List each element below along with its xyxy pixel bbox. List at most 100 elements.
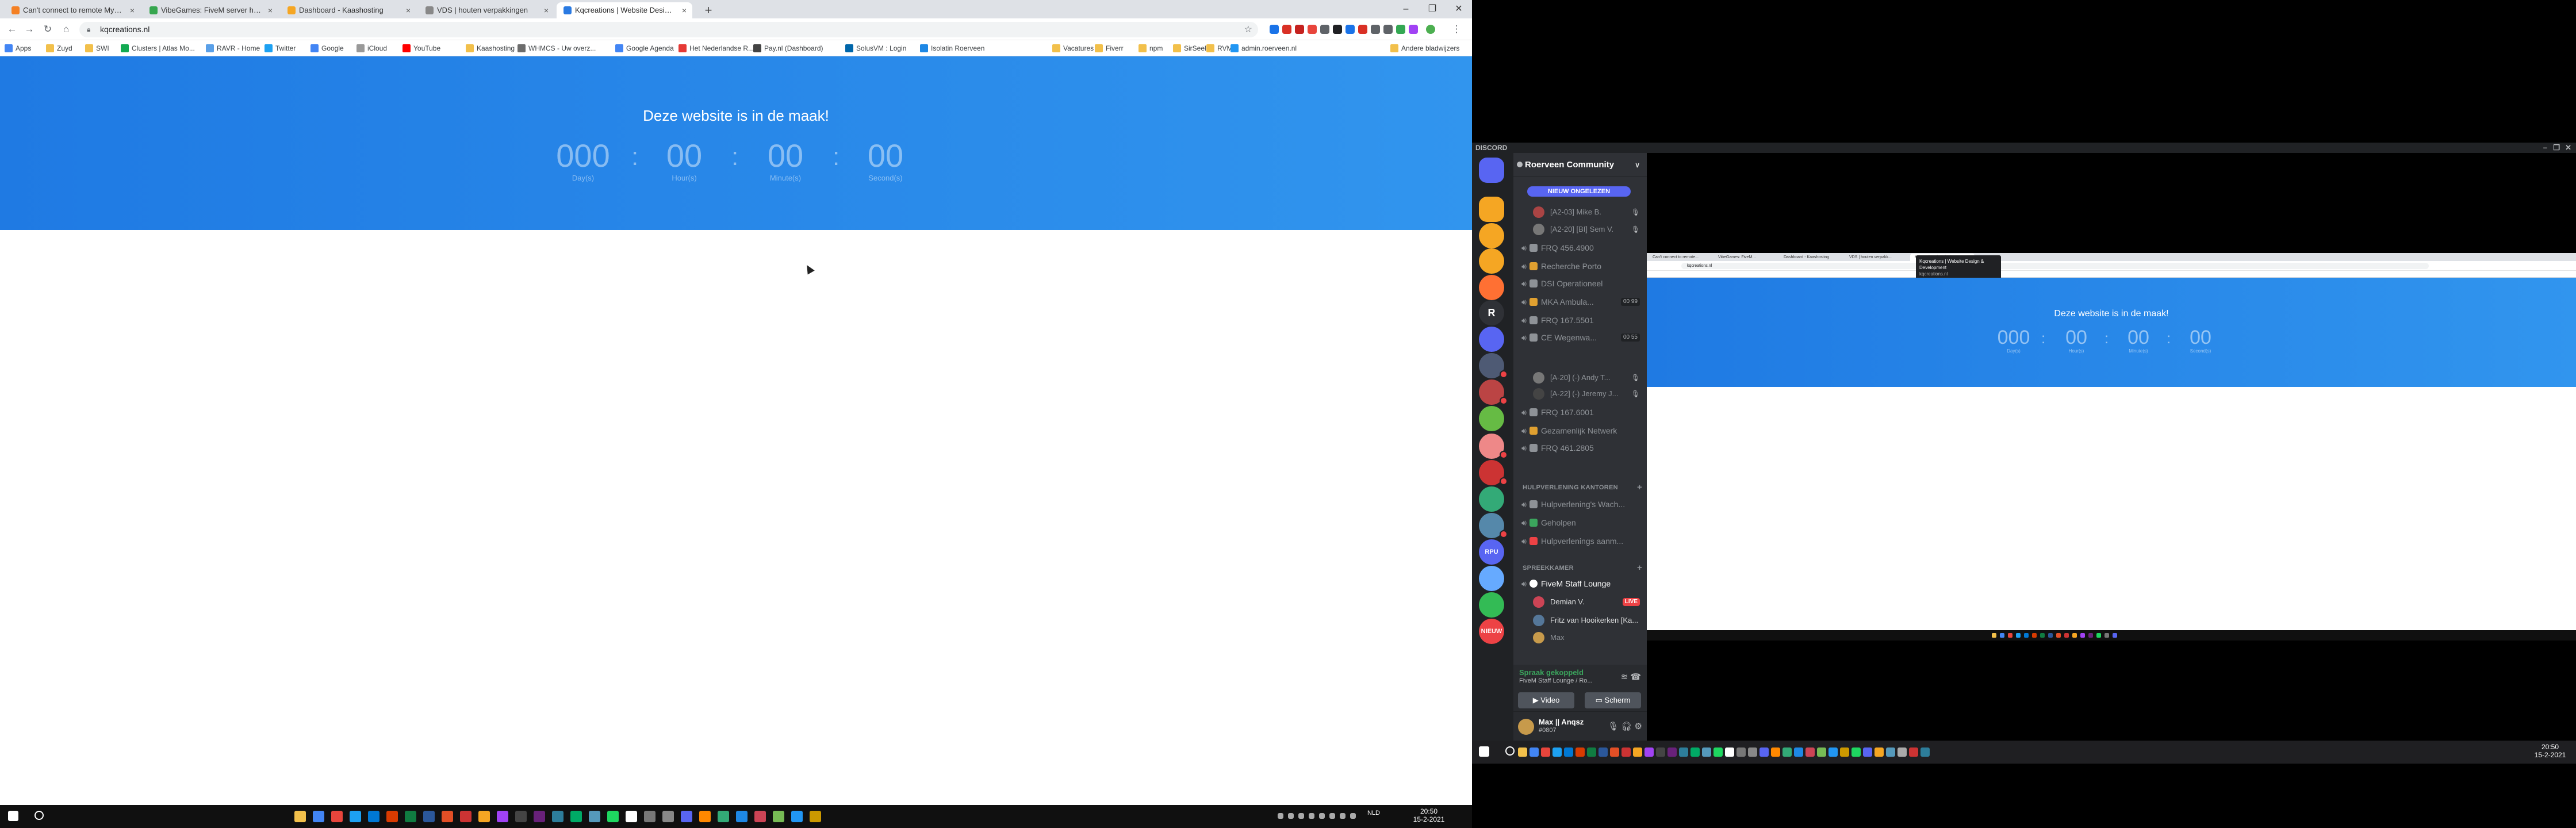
bookmark-item[interactable]: WHMCS - Uw overz... [518,44,596,53]
server-icon[interactable]: R [1479,300,1504,325]
taskbar-app-icon[interactable] [681,811,692,822]
taskbar-app-icon[interactable] [1828,747,1838,757]
taskbar-app-icon[interactable] [1897,747,1907,757]
taskbar-app-icon[interactable] [718,811,729,822]
server-icon[interactable] [1479,566,1504,591]
menu-kebab-icon[interactable]: ⋮ [1450,23,1463,36]
browser-tab[interactable]: Dashboard - Kaashosting × [281,2,416,18]
system-tray-icon[interactable] [1319,813,1325,819]
taskbar-app-icon[interactable] [1874,747,1884,757]
bookmark-item[interactable]: Fiverr [1095,44,1124,53]
taskbar-app-icon[interactable] [1587,747,1596,757]
taskbar-app-icon[interactable] [497,811,508,822]
microphone-icon[interactable]: 🎙︎ [1608,722,1619,731]
folder-icon[interactable] [1479,197,1504,222]
extension-icon[interactable] [1358,25,1367,34]
voice-channel-path[interactable]: FiveM Staff Lounge / Ro... [1519,677,1593,684]
taskbar-app-icon[interactable] [1541,747,1550,757]
voice-user[interactable]: Max [1533,630,1642,645]
server-icon[interactable]: RPU [1479,539,1504,565]
bookmark-star-icon[interactable]: ☆ [1244,22,1252,37]
server-icon[interactable] [1479,248,1504,274]
voice-user[interactable]: [A2-03] Mike B. 🎙︎ [1533,205,1642,220]
taskbar-app-icon[interactable] [699,811,711,822]
home-icon[interactable]: ⌂ [60,23,72,36]
voice-user[interactable]: [A-22] (-) Jeremy J... 🎙︎ [1533,386,1642,401]
video-button[interactable]: ▶ Video [1518,692,1574,708]
taskbar-app-icon[interactable] [662,811,674,822]
voice-channel[interactable]: 🔊︎ Gezamenlijk Netwerk [1518,422,1642,439]
taskbar-app-icon[interactable] [350,811,361,822]
taskbar-app-icon[interactable] [1621,747,1631,757]
taskbar-app-icon[interactable] [405,811,416,822]
voice-user[interactable]: Fritz van Hooikerken [Ka... [1533,613,1642,628]
bookmark-item[interactable]: Google [310,44,344,53]
taskbar-clock[interactable]: 20:50 15-2-2021 [1409,807,1449,823]
noise-suppression-icon[interactable]: ≋ [1621,672,1628,682]
bookmark-item[interactable]: SirSeeld [1173,44,1210,53]
close-tab-icon[interactable]: × [544,2,549,18]
taskbar-app-icon[interactable] [1610,747,1619,757]
voice-user[interactable]: [A-20] (-) Andy T... 🎙︎ [1533,370,1642,385]
minimize-icon[interactable]: – [1393,0,1419,18]
screen-share-stream[interactable]: Can't connect to remote... VibeGames: Fi… [1647,253,2576,641]
minimize-icon[interactable]: – [2543,143,2547,153]
maximize-icon[interactable]: ❐ [2553,143,2560,153]
taskbar-app-icon[interactable] [589,811,600,822]
taskbar-app-icon[interactable] [1840,747,1849,757]
close-tab-icon[interactable]: × [406,2,411,18]
voice-channel-active[interactable]: 🔊︎ FiveM Staff Lounge [1518,575,1642,592]
bookmark-item[interactable]: iCloud [356,44,387,53]
voice-channel[interactable]: 🔊︎ DSI Operationeel [1518,275,1642,292]
bookmark-item[interactable]: admin.roerveen.nl [1230,44,1297,53]
voice-channel[interactable]: 🔊︎ MKA Ambula... 00 99 [1518,293,1642,310]
browser-tab[interactable]: Can't connect to remote MySQL... × [5,2,140,18]
bookmark-item[interactable]: SWI [85,44,109,53]
taskbar-clock[interactable]: 20:50 15-2-2021 [2530,743,2570,759]
taskbar-app-icon[interactable] [1518,747,1527,757]
voice-user[interactable]: [A2-20] [BI] Sem V. 🎙︎ [1533,222,1642,237]
taskbar-app-icon[interactable] [515,811,527,822]
add-channel-icon[interactable]: + [1637,482,1642,493]
close-window-icon[interactable]: ✕ [2565,143,2571,153]
system-tray-icon[interactable] [1288,813,1294,819]
server-icon[interactable] [1479,592,1504,618]
bookmark-item[interactable]: Kaashosting [466,44,515,53]
taskbar-app-icon[interactable] [294,811,306,822]
new-tab-button[interactable]: + [702,3,715,18]
maximize-icon[interactable]: ❐ [1419,0,1446,18]
bookmark-item[interactable]: RAVR - Home [206,44,260,53]
bookmark-item[interactable]: Pay.nl (Dashboard) [753,44,823,53]
system-tray-icon[interactable] [1340,813,1346,819]
taskbar-app-icon[interactable] [1552,747,1562,757]
taskbar-app-icon[interactable] [1736,747,1746,757]
bookmark-item[interactable]: Clusters | Atlas Mo... [121,44,195,53]
taskbar-app-icon[interactable] [736,811,747,822]
bookmark-item[interactable]: SolusVM : Login [845,44,906,53]
voice-channel[interactable]: 🔊︎ FRQ 167.6001 [1518,404,1642,421]
server-icon[interactable] [1479,275,1504,300]
taskbar-app-icon[interactable] [1667,747,1677,757]
taskbar-app-icon[interactable] [1771,747,1780,757]
taskbar-app-icon[interactable] [810,811,821,822]
back-icon[interactable]: ← [6,23,18,36]
taskbar-app-icon[interactable] [1690,747,1700,757]
voice-channel[interactable]: 🔊︎ Recherche Porto [1518,258,1642,275]
taskbar-app-icon[interactable] [552,811,564,822]
taskbar-app-icon[interactable] [313,811,324,822]
taskbar-app-icon[interactable] [1805,747,1815,757]
profile-avatar[interactable] [1426,25,1435,34]
taskbar-app-icon[interactable] [1564,747,1573,757]
voice-channel[interactable]: 🔊︎ CE Wegenwa... 00 55 [1518,329,1642,346]
taskbar-app-icon[interactable] [1863,747,1872,757]
browser-tab[interactable]: VibeGames: FiveM server hosting... × [143,2,278,18]
extension-icon[interactable] [1320,25,1329,34]
voice-channel[interactable]: 🔊︎ FRQ 167.5501 [1518,312,1642,329]
taskbar-app-icon[interactable] [1679,747,1688,757]
taskbar-app-icon[interactable] [1644,747,1654,757]
close-tab-icon[interactable]: × [130,2,135,18]
taskbar-app-icon[interactable] [1529,747,1539,757]
system-tray-icon[interactable] [1350,813,1356,819]
taskbar-app-icon[interactable] [607,811,619,822]
voice-channel[interactable]: 🔊︎ Hulpverlenings aanm... [1518,532,1642,550]
